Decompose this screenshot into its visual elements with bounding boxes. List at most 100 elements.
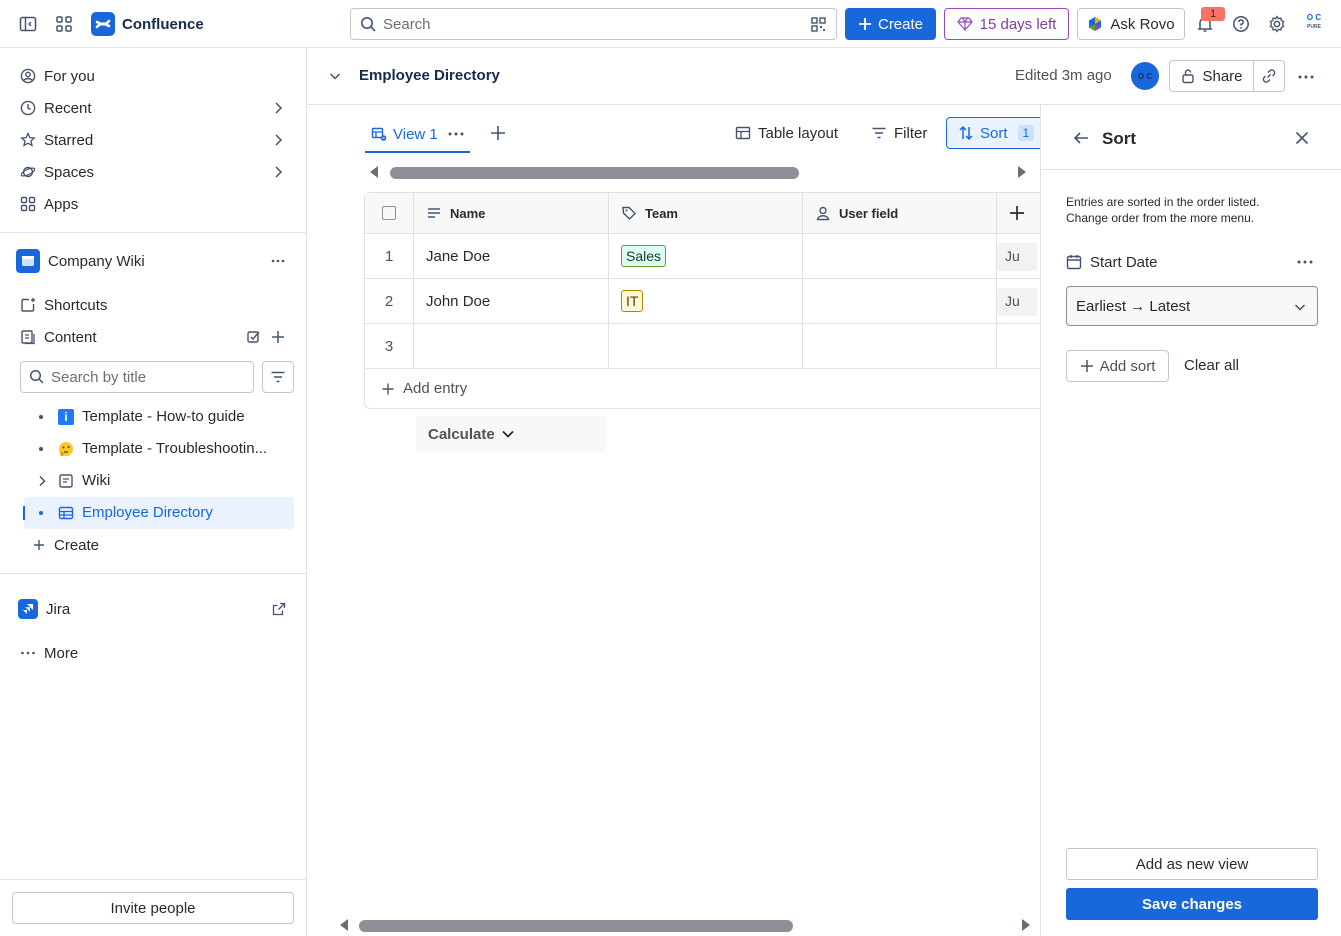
ask-rovo-button[interactable]: Ask Rovo bbox=[1077, 8, 1185, 40]
filter-label: Filter bbox=[894, 124, 928, 142]
cell-team[interactable]: IT bbox=[609, 279, 803, 323]
expand-chevron-right-icon[interactable] bbox=[35, 474, 49, 488]
sidebar-item-apps[interactable]: Apps bbox=[12, 188, 294, 220]
active-indicator bbox=[23, 506, 25, 520]
tree-bullet bbox=[39, 415, 43, 419]
scroll-left-arrow-icon[interactable] bbox=[337, 918, 351, 932]
select-all-checkbox[interactable] bbox=[382, 206, 396, 220]
chevron-right-icon[interactable] bbox=[270, 164, 286, 180]
external-link-icon[interactable] bbox=[272, 602, 286, 616]
chevron-right-icon[interactable] bbox=[270, 132, 286, 148]
sidebar-item-starred[interactable]: Starred bbox=[12, 124, 294, 156]
sidebar-item-jira[interactable]: Jira bbox=[12, 593, 294, 625]
cell-start-date[interactable]: Ju bbox=[997, 288, 1037, 316]
global-search-input[interactable]: Search bbox=[350, 8, 837, 40]
confluence-home-link[interactable]: Confluence bbox=[91, 12, 204, 36]
cell-team[interactable] bbox=[609, 324, 803, 368]
add-view-plus-icon[interactable] bbox=[488, 123, 508, 143]
owner-avatar[interactable]: O C bbox=[1131, 62, 1159, 90]
save-changes-button[interactable]: Save changes bbox=[1066, 888, 1318, 920]
qr-code-icon[interactable] bbox=[810, 16, 827, 33]
tree-item-label: Template - How-to guide bbox=[82, 408, 245, 425]
task-checkbox-icon[interactable] bbox=[246, 329, 262, 345]
horizontal-scrollbar-bottom[interactable] bbox=[337, 918, 1033, 932]
cell-name[interactable]: Jane Doe bbox=[414, 234, 609, 278]
sort-rule-more-icon[interactable] bbox=[1296, 255, 1314, 269]
calculate-button[interactable]: Calculate bbox=[416, 416, 606, 452]
filter-button[interactable]: Filter bbox=[871, 121, 927, 145]
scroll-left-arrow-icon[interactable] bbox=[367, 165, 381, 179]
plus-icon bbox=[858, 18, 871, 30]
filter-lines-icon bbox=[872, 127, 886, 139]
column-header-user-field[interactable]: User field bbox=[803, 193, 997, 233]
clear-all-button[interactable]: Clear all bbox=[1184, 357, 1239, 374]
add-entry-button[interactable]: Add entry bbox=[365, 369, 1040, 408]
tree-item-troubleshooting[interactable]: Template - Troubleshootin... bbox=[24, 433, 294, 465]
create-button[interactable]: Create bbox=[845, 8, 936, 40]
copy-link-button[interactable] bbox=[1253, 60, 1285, 92]
invite-people-button[interactable]: Invite people bbox=[12, 892, 294, 924]
help-icon[interactable] bbox=[1229, 12, 1253, 36]
scrollbar-thumb[interactable] bbox=[359, 920, 793, 932]
page-more-actions-icon[interactable] bbox=[1297, 68, 1315, 86]
cell-name[interactable] bbox=[414, 324, 609, 368]
info-icon: i bbox=[58, 409, 74, 425]
share-button[interactable]: Share bbox=[1169, 60, 1254, 92]
close-icon[interactable] bbox=[1293, 129, 1311, 147]
view-more-icon[interactable] bbox=[447, 125, 465, 143]
cell-start-date[interactable]: Ju bbox=[997, 243, 1037, 271]
column-header-team[interactable]: Team bbox=[609, 193, 803, 233]
sidebar-divider bbox=[0, 573, 306, 574]
sidebar-toggle-icon[interactable] bbox=[16, 12, 40, 36]
sidebar-item-spaces[interactable]: Spaces bbox=[12, 156, 294, 188]
collapse-chevron-down-icon[interactable] bbox=[328, 69, 342, 83]
app-switcher-icon[interactable] bbox=[52, 12, 76, 36]
sort-button[interactable]: Sort 1 bbox=[946, 117, 1040, 149]
add-column-button[interactable] bbox=[997, 193, 1037, 233]
add-as-new-view-button[interactable]: Add as new view bbox=[1066, 848, 1318, 880]
sidebar-item-content[interactable]: Content bbox=[12, 321, 294, 353]
horizontal-scrollbar-top[interactable] bbox=[367, 165, 1029, 179]
back-arrow-icon[interactable] bbox=[1072, 129, 1090, 147]
table-row[interactable]: 3 bbox=[365, 324, 1040, 369]
settings-gear-icon[interactable] bbox=[1265, 12, 1289, 36]
sidebar-item-shortcuts[interactable]: Shortcuts bbox=[12, 289, 294, 321]
sidebar-item-recent[interactable]: Recent bbox=[12, 92, 294, 124]
sort-panel-header: Sort bbox=[1041, 105, 1341, 170]
space-header-company-wiki[interactable]: Company Wiki bbox=[12, 245, 294, 277]
table-layout-label: Table layout bbox=[758, 124, 839, 142]
trial-days-left-button[interactable]: 15 days left bbox=[944, 8, 1069, 40]
more-horizontal-icon[interactable] bbox=[270, 253, 286, 269]
app-name: Confluence bbox=[122, 15, 204, 33]
tree-item-wiki[interactable]: Wiki bbox=[24, 465, 294, 497]
chevron-right-icon[interactable] bbox=[270, 100, 286, 116]
sort-order-select[interactable]: Earliest → Latest bbox=[1066, 286, 1318, 326]
tree-item-how-to-guide[interactable]: i Template - How-to guide bbox=[24, 401, 294, 433]
content-filter-button[interactable] bbox=[262, 361, 294, 393]
apps-icon bbox=[20, 196, 36, 212]
cell-user-field[interactable] bbox=[803, 234, 997, 278]
cell-user-field[interactable] bbox=[803, 324, 997, 368]
sidebar-item-more[interactable]: More bbox=[12, 637, 294, 669]
scrollbar-thumb[interactable] bbox=[390, 167, 799, 179]
sidebar-item-label: Apps bbox=[44, 195, 79, 213]
add-content-plus-icon[interactable] bbox=[270, 329, 286, 345]
profile-avatar[interactable]: O C PURE bbox=[1301, 12, 1327, 38]
sidebar-create-button[interactable]: Create bbox=[24, 529, 294, 561]
column-header-name[interactable]: Name bbox=[414, 193, 609, 233]
add-sort-button[interactable]: Add sort bbox=[1066, 350, 1169, 382]
search-by-title-input[interactable]: Search by title bbox=[20, 361, 254, 393]
cell-user-field[interactable] bbox=[803, 279, 997, 323]
sidebar-divider bbox=[0, 879, 306, 880]
cell-name[interactable]: John Doe bbox=[414, 279, 609, 323]
person-circle-icon bbox=[20, 68, 36, 84]
table-row[interactable]: 1 Jane Doe Sales Ju bbox=[365, 234, 1040, 279]
table-layout-button[interactable]: Table layout bbox=[735, 121, 838, 145]
cell-team[interactable]: Sales bbox=[609, 234, 803, 278]
scroll-right-arrow-icon[interactable] bbox=[1015, 165, 1029, 179]
team-tag: Sales bbox=[621, 245, 667, 267]
scroll-right-arrow-icon[interactable] bbox=[1019, 918, 1033, 932]
tree-item-employee-directory[interactable]: Employee Directory bbox=[23, 497, 294, 529]
table-row[interactable]: 2 John Doe IT Ju bbox=[365, 279, 1040, 324]
sidebar-item-for-you[interactable]: For you bbox=[12, 60, 294, 92]
